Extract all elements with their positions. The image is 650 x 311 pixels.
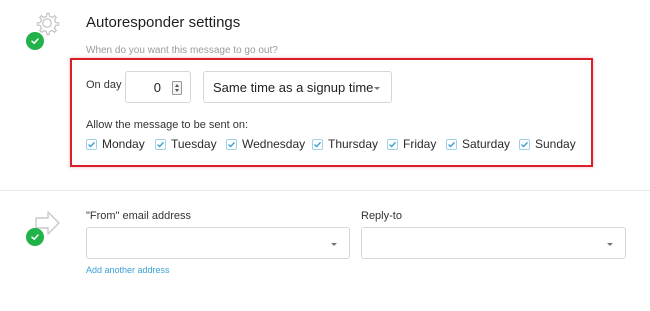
day-label: Monday (102, 137, 145, 151)
chevron-down-icon (607, 243, 613, 246)
stepper-up-icon[interactable] (175, 84, 179, 87)
sender-step-icon (26, 206, 66, 246)
schedule-step-icon (26, 10, 66, 50)
send-time-select[interactable]: Same time as a signup time (203, 71, 392, 103)
day-label: Tuesday (171, 137, 217, 151)
checkbox-friday[interactable]: Friday (387, 137, 436, 151)
check-icon[interactable] (312, 138, 323, 150)
section-title: Autoresponder settings (86, 14, 241, 31)
checkbox-thursday[interactable]: Thursday (312, 137, 378, 151)
checkbox-wednesday[interactable]: Wednesday (226, 137, 305, 151)
day-label: Sunday (535, 137, 576, 151)
check-icon[interactable] (226, 138, 237, 150)
reply-to-select[interactable] (361, 227, 626, 259)
stepper-down-icon[interactable] (175, 89, 179, 92)
send-time-value: Same time as a signup time (213, 80, 374, 95)
day-label: Friday (403, 137, 437, 151)
step-complete-badge (26, 228, 44, 246)
check-icon[interactable] (155, 138, 166, 150)
section-subtitle: When do you want this message to go out? (86, 45, 278, 56)
chevron-down-icon (374, 87, 380, 90)
checkbox-tuesday[interactable]: Tuesday (155, 137, 217, 151)
check-icon[interactable] (519, 138, 530, 150)
check-icon[interactable] (387, 138, 398, 150)
on-day-label: On day (86, 79, 122, 91)
day-label: Wednesday (242, 137, 306, 151)
check-icon (31, 234, 39, 240)
check-icon[interactable] (446, 138, 457, 150)
step-complete-badge (26, 32, 44, 50)
day-label: Thursday (328, 137, 379, 151)
checkbox-saturday[interactable]: Saturday (446, 137, 510, 151)
from-email-label: "From" email address (86, 210, 192, 222)
checkbox-monday[interactable]: Monday (86, 137, 145, 151)
day-label: Saturday (462, 137, 511, 151)
day-number-input[interactable]: 0 (125, 71, 191, 103)
add-another-address-link[interactable]: Add another address (86, 265, 170, 275)
from-email-select[interactable] (86, 227, 350, 259)
check-icon[interactable] (86, 138, 97, 150)
checkbox-sunday[interactable]: Sunday (519, 137, 576, 151)
allow-days-label: Allow the message to be sent on: (86, 119, 249, 131)
reply-to-label: Reply-to (361, 210, 402, 222)
section-divider (0, 190, 650, 191)
check-icon (31, 38, 39, 44)
chevron-down-icon (331, 243, 337, 246)
day-stepper[interactable] (172, 81, 182, 95)
day-number-value: 0 (153, 80, 161, 95)
